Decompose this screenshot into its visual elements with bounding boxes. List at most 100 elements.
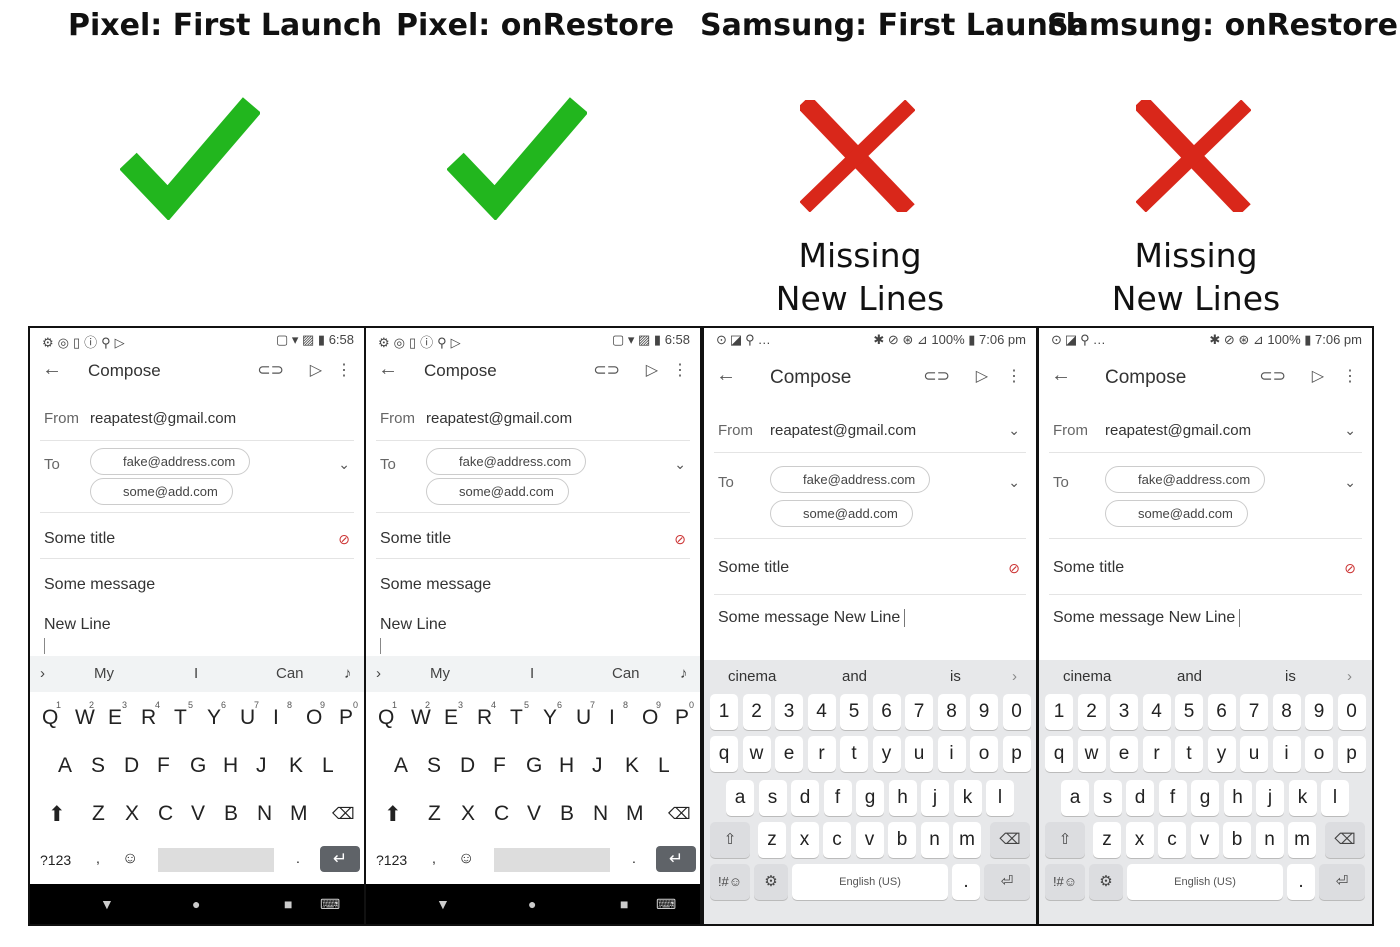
symbols-key[interactable]: ?123 xyxy=(40,852,71,868)
enter-key[interactable]: ↵ xyxy=(656,846,696,872)
key-0[interactable]: 0 xyxy=(1002,694,1031,730)
key-q[interactable]: q xyxy=(1045,736,1073,772)
key-l[interactable]: l xyxy=(1321,780,1349,816)
space-bar[interactable] xyxy=(494,848,610,872)
suggestion[interactable]: cinema xyxy=(728,668,776,685)
back-arrow-icon[interactable]: ← xyxy=(716,364,736,387)
key-w[interactable]: w xyxy=(1077,736,1106,772)
shift-icon[interactable]: ⇧ xyxy=(710,822,750,858)
key-v[interactable]: v xyxy=(855,822,884,858)
key-5[interactable]: 5 xyxy=(840,694,868,730)
key-b[interactable]: b xyxy=(1223,822,1251,858)
settings-gear-icon[interactable]: ⚙ xyxy=(754,864,788,900)
recipient-chip[interactable]: some@add.com xyxy=(1105,500,1248,527)
attach-icon[interactable]: ⊂⊃ xyxy=(257,360,284,380)
key-m[interactable]: m xyxy=(1288,822,1316,858)
key-z[interactable]: z xyxy=(1093,822,1121,858)
key-u[interactable]: U xyxy=(576,706,591,730)
key-l[interactable]: L xyxy=(658,754,670,778)
key-3[interactable]: 3 xyxy=(775,694,803,730)
space-bar[interactable]: English (US) xyxy=(1127,864,1283,900)
key-s[interactable]: S xyxy=(91,754,105,778)
key-x[interactable]: x xyxy=(1125,822,1154,858)
key-8[interactable]: 8 xyxy=(937,694,966,730)
key-c[interactable]: C xyxy=(158,802,173,826)
message-line-1[interactable]: Some message xyxy=(44,576,155,594)
subject-field[interactable]: Some title xyxy=(1053,559,1124,577)
message-field[interactable]: Some message New Line xyxy=(1053,609,1241,627)
key-0[interactable]: 0 xyxy=(1337,694,1366,730)
key-u[interactable]: U xyxy=(240,706,255,730)
enter-key[interactable]: ↵ xyxy=(320,846,360,872)
send-icon[interactable]: ▷ xyxy=(310,360,322,380)
suggestion[interactable]: and xyxy=(842,668,867,685)
from-field[interactable]: reapatest@gmail.com xyxy=(1105,422,1251,439)
shift-icon[interactable]: ⬆ xyxy=(384,802,402,827)
key-e[interactable]: E xyxy=(108,706,122,730)
comma-key[interactable]: , xyxy=(96,850,100,866)
suggestion[interactable]: I xyxy=(530,665,534,682)
label-off-icon[interactable]: ⊘ xyxy=(338,531,350,548)
expand-chevron-icon[interactable]: › xyxy=(40,665,45,682)
key-z[interactable]: Z xyxy=(92,802,105,826)
home-nav-icon[interactable]: ● xyxy=(192,896,200,912)
label-off-icon[interactable]: ⊘ xyxy=(1344,560,1356,577)
key-8[interactable]: 8 xyxy=(1272,694,1301,730)
from-field[interactable]: reapatest@gmail.com xyxy=(426,410,572,427)
key-i[interactable]: i xyxy=(1272,736,1301,772)
key-v[interactable]: V xyxy=(191,802,205,826)
key-j[interactable]: j xyxy=(921,780,949,816)
key-g[interactable]: G xyxy=(190,754,206,778)
label-off-icon[interactable]: ⊘ xyxy=(1008,560,1020,577)
back-arrow-icon[interactable]: ← xyxy=(1051,364,1071,387)
message-line-1[interactable]: Some message xyxy=(380,576,491,594)
send-icon[interactable]: ▷ xyxy=(976,366,988,386)
key-1[interactable]: 1 xyxy=(710,694,738,730)
key-g[interactable]: G xyxy=(526,754,542,778)
key-p[interactable]: P xyxy=(339,706,353,730)
key-6[interactable]: 6 xyxy=(872,694,901,730)
key-i[interactable]: I xyxy=(273,706,279,730)
mic-icon[interactable]: ♪ xyxy=(680,665,688,682)
symbols-key[interactable]: !#☺ xyxy=(1045,864,1085,900)
chevron-down-icon[interactable]: ⌄ xyxy=(1344,474,1356,491)
key-c[interactable]: C xyxy=(494,802,509,826)
emoji-icon[interactable]: ☺ xyxy=(458,850,474,868)
key-n[interactable]: n xyxy=(920,822,949,858)
attach-icon[interactable]: ⊂⊃ xyxy=(593,360,620,380)
key-e[interactable]: e xyxy=(1110,736,1138,772)
settings-gear-icon[interactable]: ⚙ xyxy=(1089,864,1123,900)
key-k[interactable]: K xyxy=(289,754,303,778)
shift-icon[interactable]: ⬆ xyxy=(48,802,66,827)
suggestion[interactable]: cinema xyxy=(1063,668,1111,685)
key-g[interactable]: g xyxy=(1191,780,1219,816)
key-y[interactable]: y xyxy=(1207,736,1236,772)
chevron-down-icon[interactable]: ⌄ xyxy=(674,456,686,473)
key-r[interactable]: r xyxy=(807,736,836,772)
key-r[interactable]: R xyxy=(141,706,156,730)
key-x[interactable]: X xyxy=(125,802,139,826)
key-l[interactable]: L xyxy=(322,754,334,778)
attach-icon[interactable]: ⊂⊃ xyxy=(1259,366,1286,386)
space-bar[interactable] xyxy=(158,848,274,872)
keyboard-switch-icon[interactable]: ⌨ xyxy=(320,896,340,913)
key-t[interactable]: t xyxy=(840,736,868,772)
key-p[interactable]: p xyxy=(1002,736,1031,772)
enter-key[interactable]: ⏎ xyxy=(984,864,1030,900)
emoji-icon[interactable]: ☺ xyxy=(122,850,138,868)
key-f[interactable]: F xyxy=(493,754,506,778)
subject-field[interactable]: Some title xyxy=(718,559,789,577)
mic-icon[interactable]: ♪ xyxy=(344,665,352,682)
back-arrow-icon[interactable]: ← xyxy=(378,358,398,381)
backspace-icon[interactable]: ⌫ xyxy=(1325,822,1365,858)
from-field[interactable]: reapatest@gmail.com xyxy=(90,410,236,427)
key-z[interactable]: Z xyxy=(428,802,441,826)
more-icon[interactable]: ⋮ xyxy=(1006,366,1022,386)
key-u[interactable]: u xyxy=(1240,736,1268,772)
label-off-icon[interactable]: ⊘ xyxy=(674,531,686,548)
recipient-chip[interactable]: fake@address.com xyxy=(1105,466,1266,493)
recents-nav-icon[interactable]: ■ xyxy=(284,896,292,912)
key-f[interactable]: f xyxy=(823,780,852,816)
key-e[interactable]: E xyxy=(444,706,458,730)
key-c[interactable]: c xyxy=(823,822,851,858)
